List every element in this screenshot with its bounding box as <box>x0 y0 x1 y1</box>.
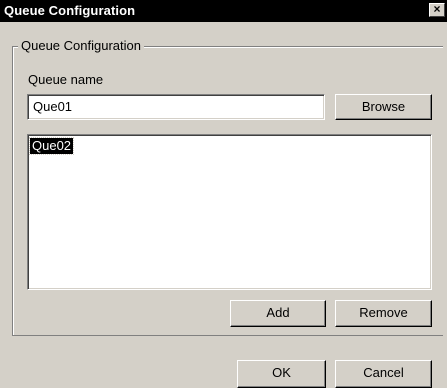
ok-button[interactable]: OK <box>237 360 326 388</box>
group-label: Queue Configuration <box>18 39 144 53</box>
title-bar[interactable]: Queue Configuration × <box>0 0 447 22</box>
remove-button[interactable]: Remove <box>335 300 432 327</box>
cancel-button[interactable]: Cancel <box>335 360 432 388</box>
browse-button[interactable]: Browse <box>335 94 432 120</box>
list-item[interactable]: Que02 <box>28 137 75 155</box>
window-title: Queue Configuration <box>4 3 136 18</box>
queue-list[interactable]: Que02 <box>27 134 432 290</box>
queue-configuration-dialog: Queue Configuration × Queue Configuratio… <box>0 0 447 388</box>
close-icon[interactable]: × <box>429 3 445 17</box>
queue-name-label: Queue name <box>28 72 104 87</box>
queue-name-input[interactable]: Que01 <box>27 94 325 120</box>
add-button[interactable]: Add <box>230 300 326 327</box>
